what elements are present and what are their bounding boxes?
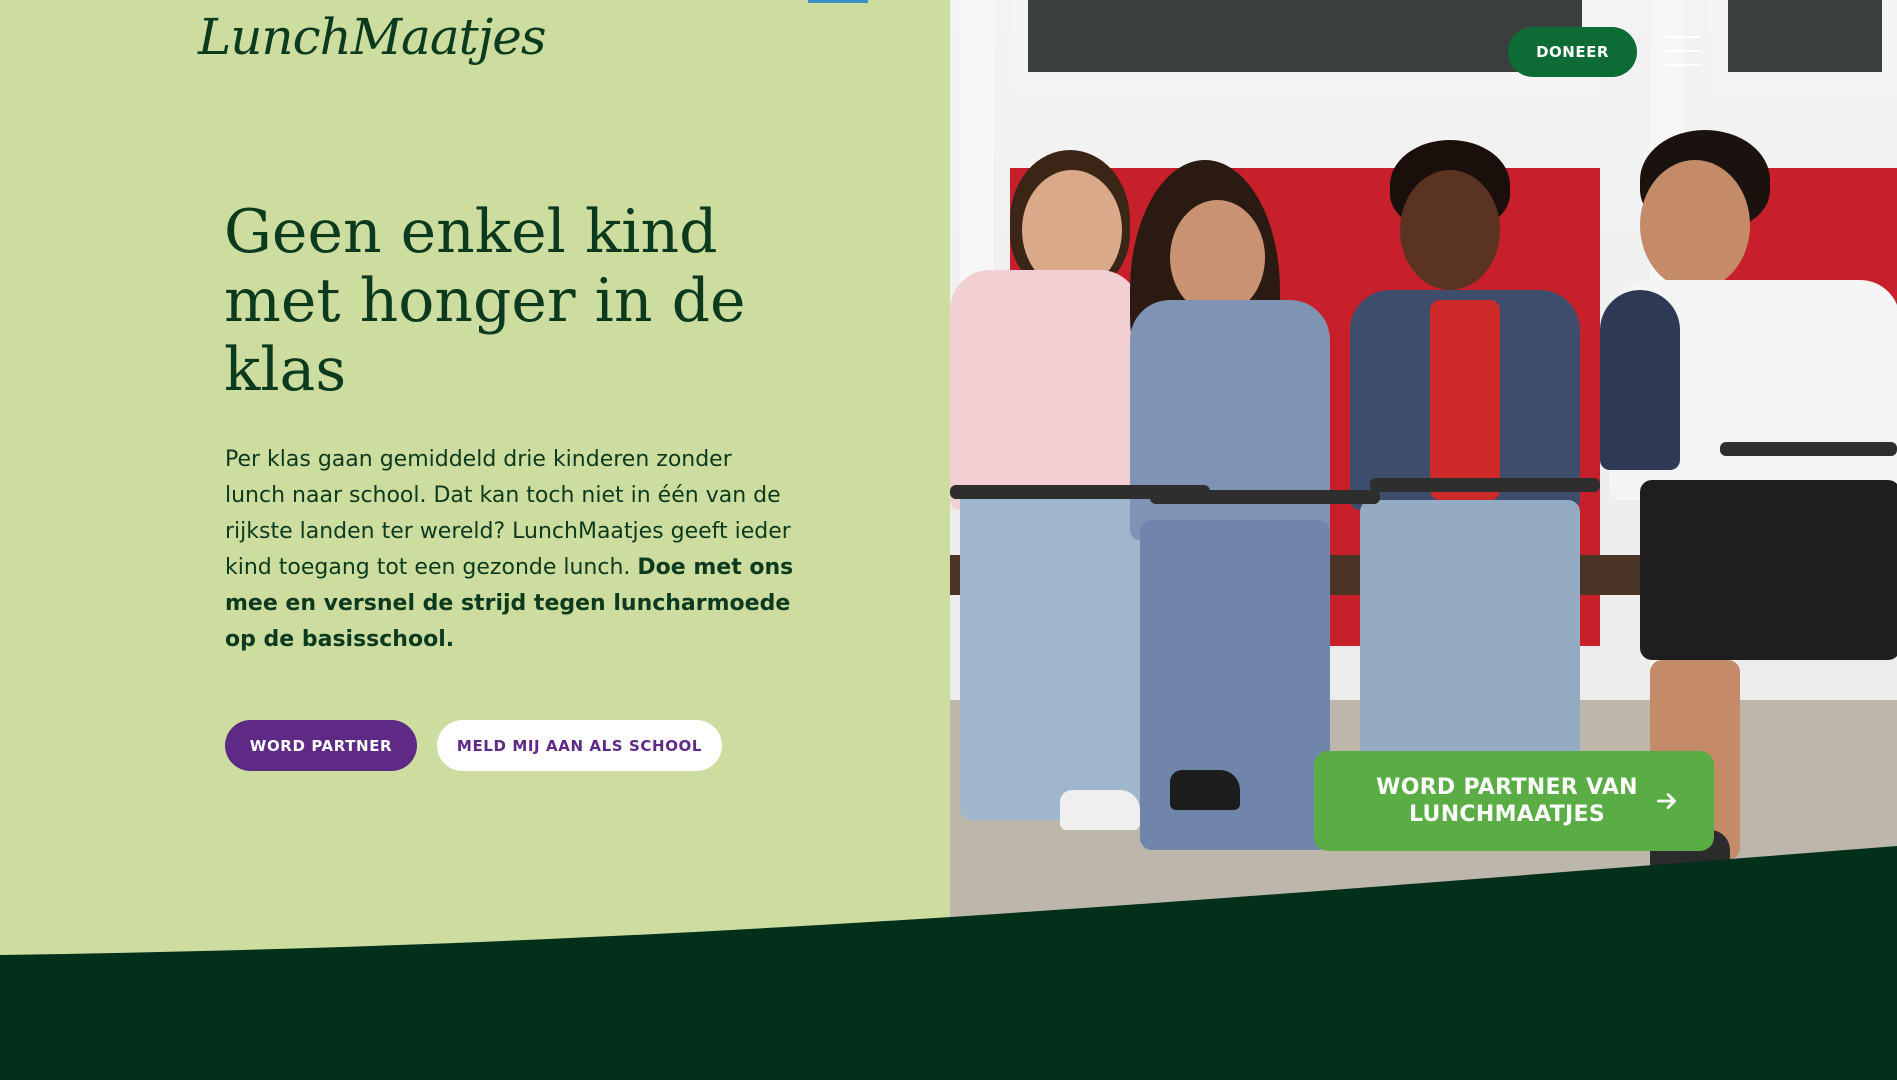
menu-line — [1666, 50, 1700, 52]
hero-headline: Geen enkel kind met honger in de klas — [224, 197, 746, 405]
menu-line — [1666, 64, 1700, 66]
top-progress-strip — [808, 0, 868, 3]
partner-cta-button[interactable]: WORD PARTNER VAN LUNCHMAATJES — [1314, 751, 1714, 851]
donate-button[interactable]: DONEER — [1508, 27, 1637, 77]
register-school-button[interactable]: MELD MIJ AAN ALS SCHOOL — [437, 720, 722, 771]
page: LunchMaatjes DONEER Geen enkel kind met … — [0, 0, 1897, 1080]
hero-lead: Per klas gaan gemiddeld drie kinderen zo… — [225, 442, 795, 658]
hamburger-icon[interactable] — [1666, 34, 1700, 68]
menu-line — [1666, 36, 1700, 38]
arrow-right-icon — [1656, 793, 1676, 809]
footer-wave — [0, 846, 1897, 1080]
partner-cta-label: WORD PARTNER VAN LUNCHMAATJES — [1376, 775, 1638, 827]
word-partner-button[interactable]: WORD PARTNER — [225, 720, 417, 771]
logo[interactable]: LunchMaatjes — [198, 8, 546, 66]
